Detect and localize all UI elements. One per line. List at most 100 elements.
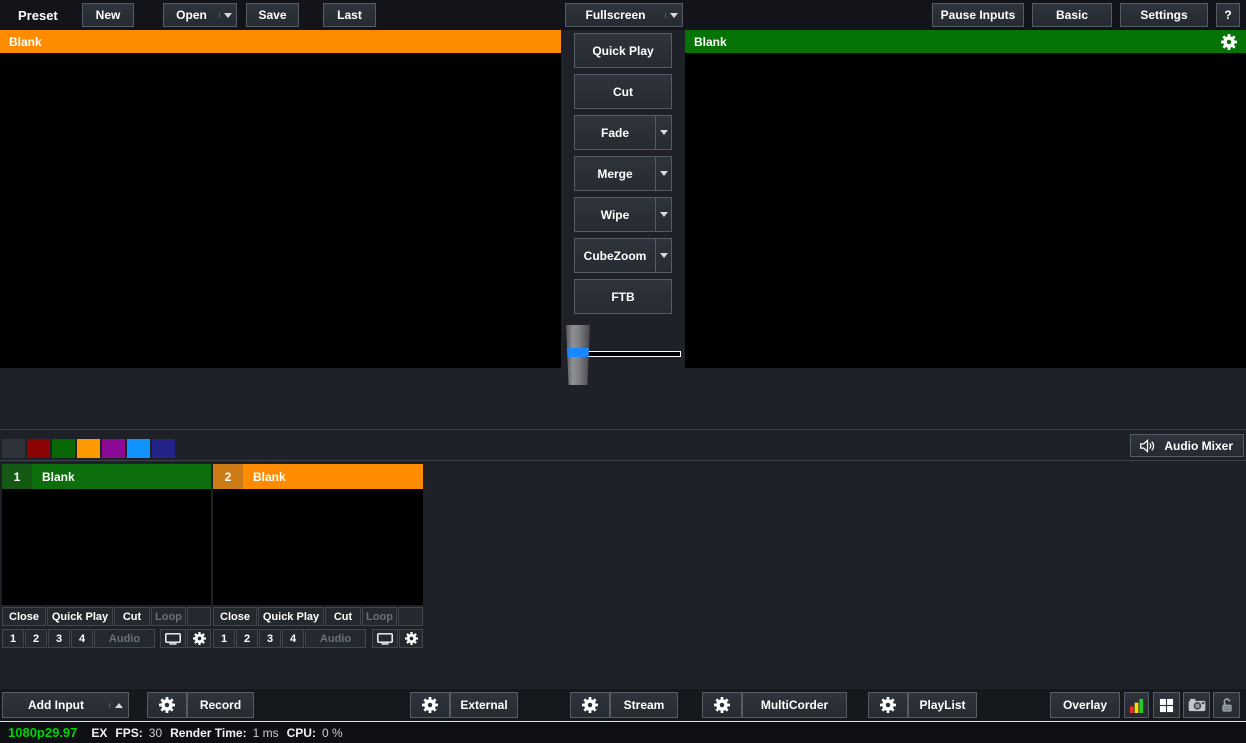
input-panel-1: 1 Blank Close Quick Play Cut Loop 1 2 3 … [2,464,211,648]
fullscreen-button[interactable]: Fullscreen [566,8,665,22]
color-swatch-orange[interactable] [77,439,100,458]
input-1-audio-button[interactable]: Audio [94,629,155,648]
multicorder-button[interactable]: MultiCorder [742,692,847,718]
color-swatch-dark-green[interactable] [52,439,75,458]
stream-button[interactable]: Stream [610,692,678,718]
ftb-button[interactable]: FTB [574,279,672,314]
wipe-split-button: Wipe [574,197,672,232]
top-toolbar: Preset New Open Save Last Fullscreen Pau… [0,0,1246,30]
color-swatch-purple[interactable] [102,439,125,458]
external-settings-button[interactable] [410,692,450,718]
playlist-button[interactable]: PlayList [908,692,977,718]
input-2-footer-gap [367,629,371,648]
input-1-header[interactable]: 1 Blank [2,464,211,489]
open-dropdown-button[interactable] [219,13,236,18]
input-2-overlay-2-button[interactable]: 2 [236,629,258,648]
input-2-cut-button[interactable]: Cut [325,607,361,626]
cut-button[interactable]: Cut [574,74,672,109]
input-2-loop-button[interactable]: Loop [362,607,397,626]
bottom-toolbar: Add Input Record External Stream MultiCo… [0,689,1246,721]
audio-mixer-button[interactable]: Audio Mixer [1130,434,1244,457]
program-settings-gear-icon[interactable] [1221,34,1237,50]
input-2-overlay-1-button[interactable]: 1 [213,629,235,648]
input-1-thumbnail[interactable] [2,489,211,605]
input-2-fullscreen-button[interactable] [372,629,398,648]
wipe-dropdown-button[interactable] [655,198,671,231]
fade-button[interactable]: Fade [575,126,655,140]
preview-titlebar: Blank [0,30,561,53]
audio-levels-button[interactable] [1124,692,1149,718]
input-1-overlay-1-button[interactable]: 1 [2,629,24,648]
status-render-label: Render Time: [170,726,246,740]
merge-dropdown-button[interactable] [655,157,671,190]
settings-button[interactable]: Settings [1120,3,1208,27]
status-fps-label: FPS: [115,726,142,740]
input-1-cut-button[interactable]: Cut [114,607,150,626]
tbar-track [587,351,681,357]
input-1-overlay-3-button[interactable]: 3 [48,629,70,648]
wipe-button[interactable]: Wipe [575,208,655,222]
input-1-footer-gap [156,629,159,648]
input-1-overlay-2-button[interactable]: 2 [25,629,47,648]
open-button[interactable]: Open [164,8,219,22]
input-1-loop-button[interactable]: Loop [151,607,186,626]
multicorder-settings-button[interactable] [702,692,742,718]
snapshot-button[interactable] [1183,692,1210,718]
speaker-icon [1139,439,1156,453]
add-input-dropdown-button[interactable] [109,703,128,708]
merge-button[interactable]: Merge [575,167,655,181]
record-button[interactable]: Record [187,692,254,718]
lock-button[interactable] [1213,692,1240,718]
input-2-settings-button[interactable] [399,629,423,648]
audio-mixer-label: Audio Mixer [1164,439,1233,453]
color-swatch-dark-blue[interactable] [152,439,175,458]
input-2-overlay-3-button[interactable]: 3 [259,629,281,648]
cubezoom-dropdown-button[interactable] [655,239,671,272]
input-1-close-button[interactable]: Close [2,607,46,626]
input-2-quickplay-button[interactable]: Quick Play [258,607,324,626]
input-panel-2: 2 Blank Close Quick Play Cut Loop 1 2 3 … [213,464,423,648]
color-category-swatches [2,439,175,458]
fade-dropdown-button[interactable] [655,116,671,149]
input-2-header[interactable]: 2 Blank [213,464,423,489]
input-1-settings-button[interactable] [187,629,211,648]
input-1-quickplay-button[interactable]: Quick Play [47,607,113,626]
preset-label: Preset [18,8,82,23]
stream-settings-button[interactable] [570,692,610,718]
input-2-overlay-4-button[interactable]: 4 [282,629,304,648]
preview-window: Blank [0,30,561,368]
input-2-close-button[interactable]: Close [213,607,257,626]
unlock-icon [1220,697,1234,713]
tbar-handle[interactable] [565,325,591,385]
save-button[interactable]: Save [246,3,299,27]
input-2-title: Blank [243,470,286,484]
gear-icon [159,697,175,713]
program-title: Blank [694,35,727,49]
grid-icon [1159,698,1174,713]
playlist-settings-button[interactable] [868,692,908,718]
overlay-button[interactable]: Overlay [1050,692,1120,718]
external-button[interactable]: External [450,692,518,718]
cubezoom-button[interactable]: CubeZoom [575,249,655,263]
color-swatch-blue[interactable] [127,439,150,458]
basic-button[interactable]: Basic [1032,3,1112,27]
input-2-audio-button[interactable]: Audio [305,629,366,648]
quick-play-button[interactable]: Quick Play [574,33,672,68]
record-settings-button[interactable] [147,692,187,718]
add-input-button[interactable]: Add Input [3,698,109,712]
fullscreen-split-button: Fullscreen [565,3,683,27]
color-swatch-default[interactable] [2,439,25,458]
fullscreen-dropdown-button[interactable] [665,13,682,18]
transition-panel: Quick Play Cut Fade Merge Wipe CubeZoom … [561,30,685,430]
color-swatch-dark-red[interactable] [27,439,50,458]
gear-icon [193,632,206,645]
program-titlebar: Blank [685,30,1246,53]
input-1-fullscreen-button[interactable] [160,629,186,648]
multiview-button[interactable] [1153,692,1180,718]
last-button[interactable]: Last [323,3,376,27]
input-2-thumbnail[interactable] [213,489,423,605]
input-1-overlay-4-button[interactable]: 4 [71,629,93,648]
new-button[interactable]: New [82,3,134,27]
help-button[interactable]: ? [1216,3,1240,27]
pause-inputs-button[interactable]: Pause Inputs [932,3,1024,27]
